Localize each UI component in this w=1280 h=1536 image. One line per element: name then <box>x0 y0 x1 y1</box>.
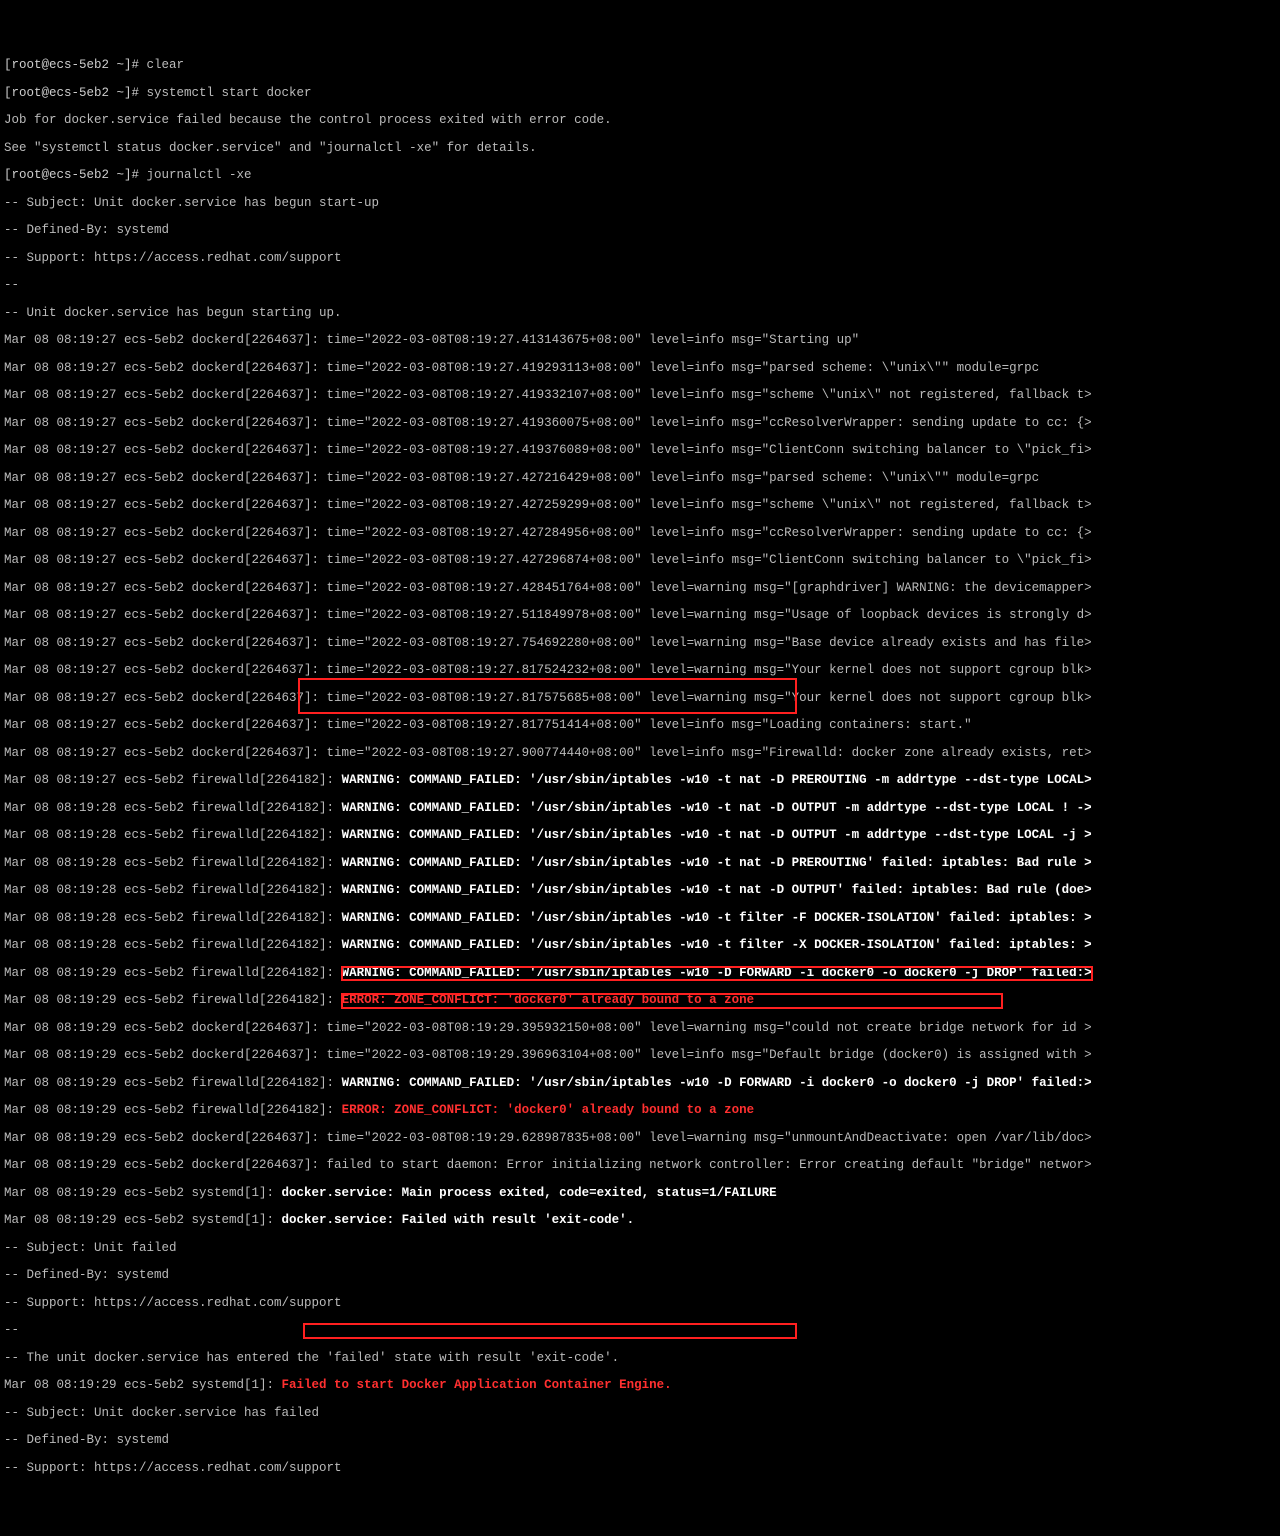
status-text: docker.service: Failed with result 'exit… <box>282 1213 635 1227</box>
log-prefix: Mar 08 08:19:29 ecs-5eb2 firewalld[22641… <box>4 1103 342 1117</box>
dockerd-log: Mar 08 08:19:29 ecs-5eb2 dockerd[2264637… <box>4 1022 1276 1036</box>
log-prefix: Mar 08 08:19:27 ecs-5eb2 firewalld[22641… <box>4 773 342 787</box>
firewalld-log: Mar 08 08:19:28 ecs-5eb2 firewalld[22641… <box>4 884 1276 898</box>
dockerd-log: Mar 08 08:19:27 ecs-5eb2 dockerd[2264637… <box>4 692 1276 706</box>
dockerd-log: Mar 08 08:19:27 ecs-5eb2 dockerd[2264637… <box>4 747 1276 761</box>
journal-support: -- Support: https://access.redhat.com/su… <box>4 1462 1276 1476</box>
warning-text: WARNING: COMMAND_FAILED: '/usr/sbin/ipta… <box>342 938 1092 952</box>
log-prefix: Mar 08 08:19:28 ecs-5eb2 firewalld[22641… <box>4 883 342 897</box>
dockerd-log: Mar 08 08:19:27 ecs-5eb2 dockerd[2264637… <box>4 362 1276 376</box>
shell-prompt: [root@ecs-5eb2 ~]# <box>4 86 147 100</box>
dockerd-log: Mar 08 08:19:27 ecs-5eb2 dockerd[2264637… <box>4 334 1276 348</box>
firewalld-log: Mar 08 08:19:28 ecs-5eb2 firewalld[22641… <box>4 939 1276 953</box>
highlight-box <box>304 1324 796 1338</box>
firewalld-error: Mar 08 08:19:29 ecs-5eb2 firewalld[22641… <box>4 1104 1276 1118</box>
command-text: systemctl start docker <box>147 86 312 100</box>
warning-text: WARNING: COMMAND_FAILED: '/usr/sbin/ipta… <box>342 1076 1092 1090</box>
dockerd-log: Mar 08 08:19:27 ecs-5eb2 dockerd[2264637… <box>4 417 1276 431</box>
warning-text: WARNING: COMMAND_FAILED: '/usr/sbin/ipta… <box>342 801 1092 815</box>
journal-note: -- Unit docker.service has begun startin… <box>4 307 1276 321</box>
dockerd-log: Mar 08 08:19:29 ecs-5eb2 dockerd[2264637… <box>4 1132 1276 1146</box>
prompt-line[interactable]: [root@ecs-5eb2 ~]# systemctl start docke… <box>4 87 1276 101</box>
log-prefix: Mar 08 08:19:28 ecs-5eb2 firewalld[22641… <box>4 911 342 925</box>
log-prefix: Mar 08 08:19:29 ecs-5eb2 systemd[1]: <box>4 1186 282 1200</box>
prompt-line[interactable]: [root@ecs-5eb2 ~]# journalctl -xe <box>4 169 1276 183</box>
warning-text: WARNING: COMMAND_FAILED: '/usr/sbin/ipta… <box>342 828 1092 842</box>
firewalld-log: Mar 08 08:19:28 ecs-5eb2 firewalld[22641… <box>4 829 1276 843</box>
output-line: Job for docker.service failed because th… <box>4 114 1276 128</box>
journal-defined-by: -- Defined-By: systemd <box>4 224 1276 238</box>
log-prefix: Mar 08 08:19:28 ecs-5eb2 firewalld[22641… <box>4 938 342 952</box>
journal-subject: -- Subject: Unit failed <box>4 1242 1276 1256</box>
firewalld-error: Mar 08 08:19:29 ecs-5eb2 firewalld[22641… <box>4 994 1276 1008</box>
dockerd-log: Mar 08 08:19:29 ecs-5eb2 dockerd[2264637… <box>4 1049 1276 1063</box>
log-prefix: Mar 08 08:19:29 ecs-5eb2 systemd[1]: <box>4 1378 282 1392</box>
output-line: See "systemctl status docker.service" an… <box>4 142 1276 156</box>
log-prefix: Mar 08 08:19:29 ecs-5eb2 firewalld[22641… <box>4 966 342 980</box>
log-prefix: Mar 08 08:19:28 ecs-5eb2 firewalld[22641… <box>4 801 342 815</box>
command-text: journalctl -xe <box>147 168 252 182</box>
journal-support: -- Support: https://access.redhat.com/su… <box>4 1297 1276 1311</box>
dockerd-log: Mar 08 08:19:27 ecs-5eb2 dockerd[2264637… <box>4 609 1276 623</box>
log-prefix: Mar 08 08:19:28 ecs-5eb2 firewalld[22641… <box>4 856 342 870</box>
error-text: ERROR: ZONE_CONFLICT: 'docker0' already … <box>342 993 755 1007</box>
firewalld-log: Mar 08 08:19:28 ecs-5eb2 firewalld[22641… <box>4 857 1276 871</box>
firewalld-log: Mar 08 08:19:28 ecs-5eb2 firewalld[22641… <box>4 912 1276 926</box>
dockerd-log: Mar 08 08:19:27 ecs-5eb2 dockerd[2264637… <box>4 664 1276 678</box>
journal-subject: -- Subject: Unit docker.service has begu… <box>4 197 1276 211</box>
shell-prompt: [root@ecs-5eb2 ~]# <box>4 58 147 72</box>
log-prefix: Mar 08 08:19:29 ecs-5eb2 systemd[1]: <box>4 1213 282 1227</box>
journal-subject: -- Subject: Unit docker.service has fail… <box>4 1407 1276 1421</box>
dockerd-log: Mar 08 08:19:27 ecs-5eb2 dockerd[2264637… <box>4 444 1276 458</box>
firewalld-log: Mar 08 08:19:27 ecs-5eb2 firewalld[22641… <box>4 774 1276 788</box>
journal-blank: -- <box>4 1324 1276 1338</box>
firewalld-log: Mar 08 08:19:29 ecs-5eb2 firewalld[22641… <box>4 967 1276 981</box>
journal-note: -- The unit docker.service has entered t… <box>4 1352 1276 1366</box>
warning-text: WARNING: COMMAND_FAILED: '/usr/sbin/ipta… <box>342 911 1092 925</box>
dockerd-log: Mar 08 08:19:27 ecs-5eb2 dockerd[2264637… <box>4 527 1276 541</box>
systemd-log: Mar 08 08:19:29 ecs-5eb2 systemd[1]: doc… <box>4 1187 1276 1201</box>
journal-blank: -- <box>4 279 1276 293</box>
firewalld-log: Mar 08 08:19:29 ecs-5eb2 firewalld[22641… <box>4 1077 1276 1091</box>
dockerd-log: Mar 08 08:19:27 ecs-5eb2 dockerd[2264637… <box>4 472 1276 486</box>
command-text: clear <box>147 58 185 72</box>
error-text: ERROR: ZONE_CONFLICT: 'docker0' already … <box>342 1103 755 1117</box>
status-text: docker.service: Main process exited, cod… <box>282 1186 777 1200</box>
dockerd-log: Mar 08 08:19:27 ecs-5eb2 dockerd[2264637… <box>4 499 1276 513</box>
journal-support: -- Support: https://access.redhat.com/su… <box>4 252 1276 266</box>
systemd-error: Mar 08 08:19:29 ecs-5eb2 systemd[1]: Fai… <box>4 1379 1276 1393</box>
dockerd-log: Mar 08 08:19:27 ecs-5eb2 dockerd[2264637… <box>4 582 1276 596</box>
warning-text: WARNING: COMMAND_FAILED: '/usr/sbin/ipta… <box>342 966 1092 980</box>
journal-defined-by: -- Defined-By: systemd <box>4 1269 1276 1283</box>
systemd-log: Mar 08 08:19:29 ecs-5eb2 systemd[1]: doc… <box>4 1214 1276 1228</box>
warning-text: WARNING: COMMAND_FAILED: '/usr/sbin/ipta… <box>342 773 1092 787</box>
warning-text: WARNING: COMMAND_FAILED: '/usr/sbin/ipta… <box>342 883 1092 897</box>
dockerd-log: Mar 08 08:19:27 ecs-5eb2 dockerd[2264637… <box>4 554 1276 568</box>
dockerd-log: Mar 08 08:19:27 ecs-5eb2 dockerd[2264637… <box>4 389 1276 403</box>
dockerd-log: Mar 08 08:19:29 ecs-5eb2 dockerd[2264637… <box>4 1159 1276 1173</box>
log-prefix: Mar 08 08:19:29 ecs-5eb2 firewalld[22641… <box>4 993 342 1007</box>
dockerd-log: Mar 08 08:19:27 ecs-5eb2 dockerd[2264637… <box>4 637 1276 651</box>
warning-text: WARNING: COMMAND_FAILED: '/usr/sbin/ipta… <box>342 856 1092 870</box>
log-prefix: Mar 08 08:19:28 ecs-5eb2 firewalld[22641… <box>4 828 342 842</box>
prompt-line[interactable]: [root@ecs-5eb2 ~]# clear <box>4 59 1276 73</box>
error-text: Failed to start Docker Application Conta… <box>282 1378 672 1392</box>
firewalld-log: Mar 08 08:19:28 ecs-5eb2 firewalld[22641… <box>4 802 1276 816</box>
log-prefix: Mar 08 08:19:29 ecs-5eb2 firewalld[22641… <box>4 1076 342 1090</box>
dockerd-log: Mar 08 08:19:27 ecs-5eb2 dockerd[2264637… <box>4 719 1276 733</box>
shell-prompt: [root@ecs-5eb2 ~]# <box>4 168 147 182</box>
journal-defined-by: -- Defined-By: systemd <box>4 1434 1276 1448</box>
